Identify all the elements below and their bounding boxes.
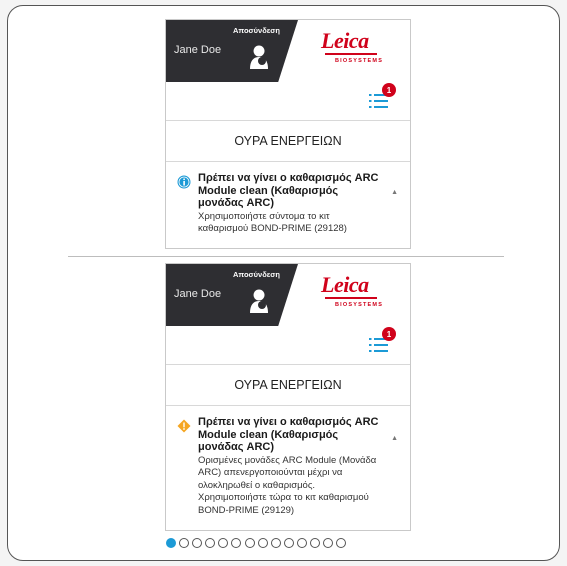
queue-title: ΟΥΡΑ ΕΝΕΡΓΕΙΩΝ — [166, 120, 410, 162]
pagination-dot[interactable] — [192, 538, 203, 548]
queue-item[interactable]: Πρέπει να γίνει ο καθαρισμός ARC Module … — [166, 406, 410, 517]
leica-logo: Leica BIOSYSTEMS — [321, 28, 384, 64]
screen-warning-example: Jane Doe Αποσύνδεση Leica BIOSYSTEMS 1 Ο… — [165, 263, 411, 531]
user-name: Jane Doe — [174, 44, 222, 56]
collapse-caret-icon[interactable]: ▲ — [391, 189, 398, 196]
user-name: Jane Doe — [174, 288, 222, 300]
logout-link[interactable]: Αποσύνδεση — [233, 26, 280, 35]
pagination-dot[interactable] — [231, 538, 242, 548]
queue-item-description: Χρησιμοποιήστε σύντομα το κιτ καθαρισμού… — [198, 210, 347, 235]
slide-frame: Jane Doe Αποσύνδεση Leica BIOSYSTEMS 1 Ο… — [7, 5, 560, 561]
pagination-dot[interactable] — [283, 538, 294, 548]
queue-item-description: Ορισμένες μονάδες ARC Module (Μονάδα ARC… — [198, 454, 377, 516]
carousel-pagination — [166, 538, 347, 548]
pagination-dot[interactable] — [310, 538, 321, 548]
queue-item-title: Πρέπει να γίνει ο καθαρισμός ARC Module … — [198, 172, 379, 209]
pagination-dot[interactable] — [323, 538, 334, 548]
app-header: Jane Doe Αποσύνδεση Leica BIOSYSTEMS 1 — [166, 264, 410, 364]
user-avatar-icon[interactable] — [249, 288, 271, 314]
warning-icon — [177, 419, 191, 433]
queue-item-title: Πρέπει να γίνει ο καθαρισμός ARC Module … — [198, 416, 379, 453]
logout-link[interactable]: Αποσύνδεση — [233, 270, 280, 279]
queue-title: ΟΥΡΑ ΕΝΕΡΓΕΙΩΝ — [166, 364, 410, 406]
queue-item[interactable]: Πρέπει να γίνει ο καθαρισμός ARC Module … — [166, 162, 410, 236]
user-avatar-icon[interactable] — [249, 44, 271, 70]
pagination-dot[interactable] — [205, 538, 216, 548]
screen-info-example: Jane Doe Αποσύνδεση Leica BIOSYSTEMS 1 Ο… — [165, 19, 411, 249]
info-icon — [177, 175, 191, 189]
pagination-dot[interactable] — [336, 538, 347, 548]
pagination-dot[interactable] — [166, 538, 176, 548]
notification-badge: 1 — [382, 83, 396, 97]
notification-badge: 1 — [382, 327, 396, 341]
divider — [68, 256, 504, 257]
app-header: Jane Doe Αποσύνδεση Leica BIOSYSTEMS 1 — [166, 20, 410, 120]
pagination-dot[interactable] — [244, 538, 255, 548]
pagination-dot[interactable] — [257, 538, 268, 548]
pagination-dot[interactable] — [296, 538, 307, 548]
pagination-dot[interactable] — [179, 538, 190, 548]
collapse-caret-icon[interactable]: ▲ — [391, 435, 398, 442]
pagination-dot[interactable] — [270, 538, 281, 548]
pagination-dot[interactable] — [218, 538, 229, 548]
leica-logo: Leica BIOSYSTEMS — [321, 272, 384, 308]
